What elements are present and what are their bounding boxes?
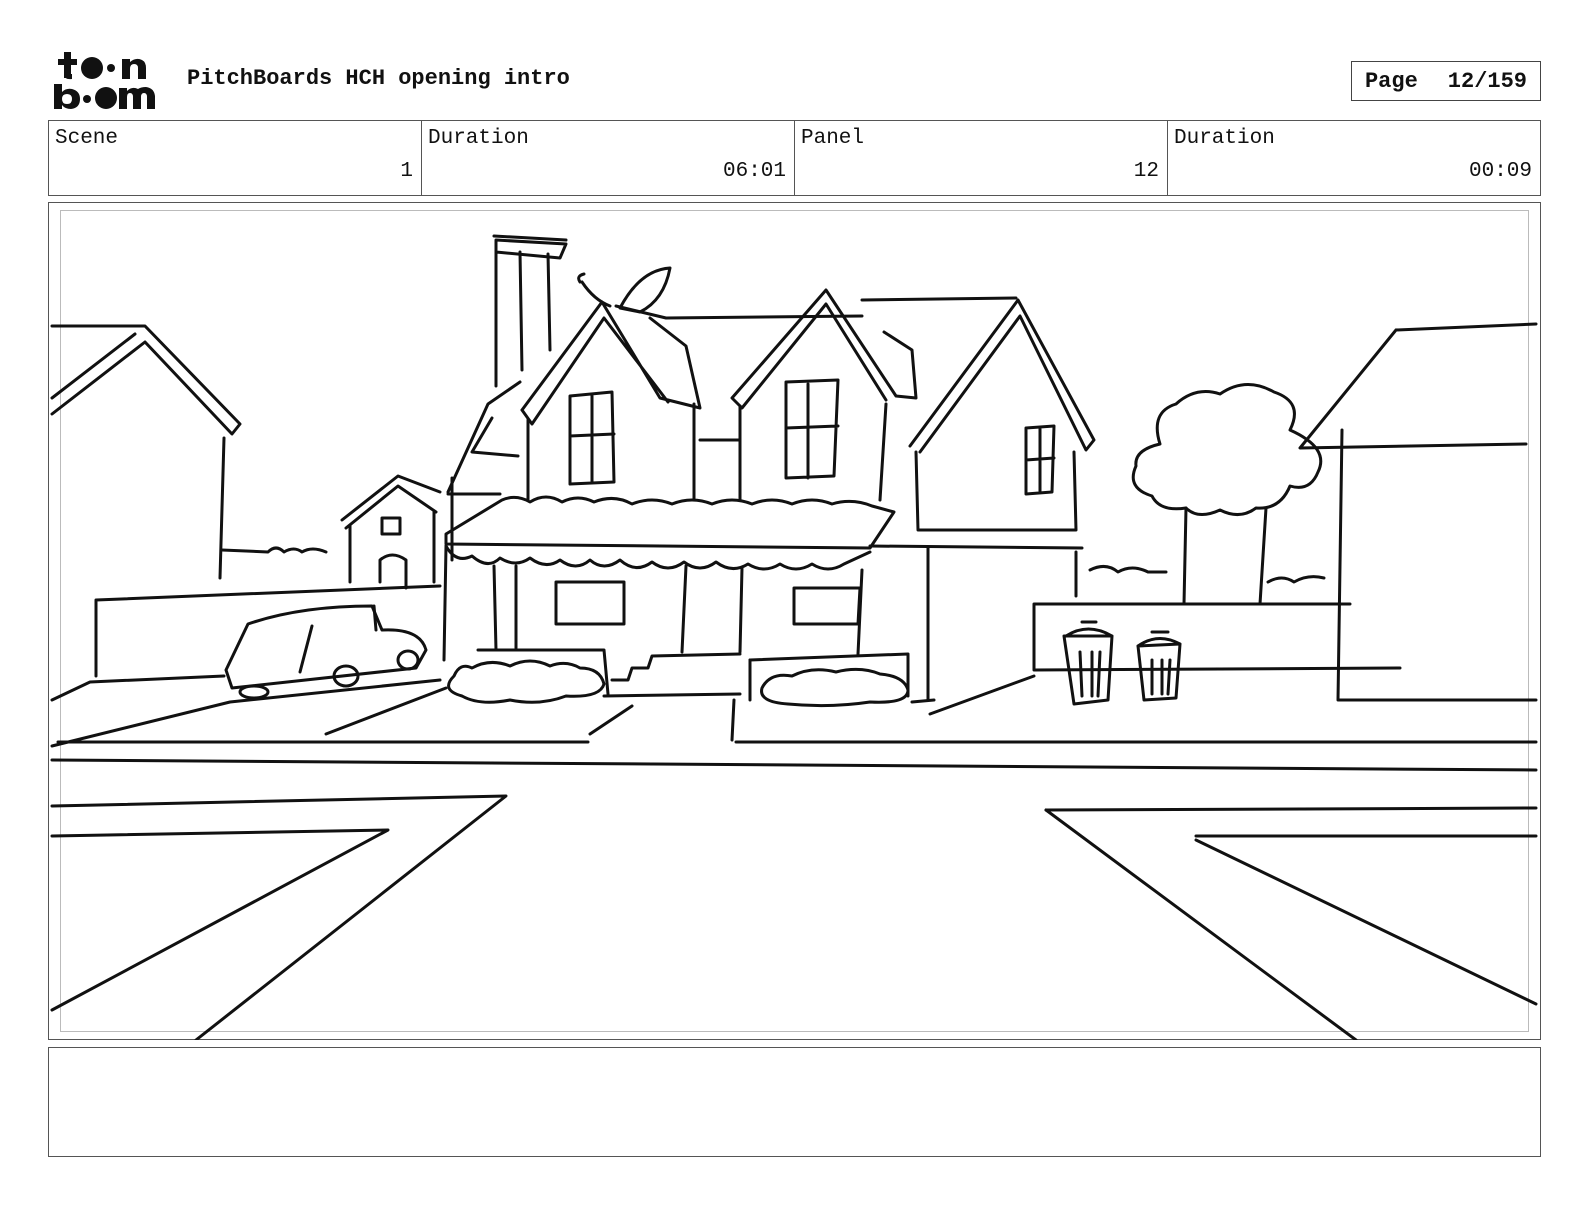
- panel-label: Panel: [801, 127, 865, 150]
- scene-cell: Scene 1: [49, 121, 422, 195]
- storyboard-sketch: [48, 202, 1541, 1040]
- scene-duration-cell: Duration 06:01: [422, 121, 795, 195]
- panel-duration-label: Duration: [1174, 127, 1275, 150]
- sketch-drawing: [50, 234, 1538, 1040]
- trash-cans-sketch: [1062, 620, 1182, 706]
- right-house-sketch: [1298, 322, 1538, 702]
- panel-info-row: Scene 1 Duration 06:01 Panel 12 Duration…: [48, 120, 1541, 196]
- porch-bushes-sketch: [447, 648, 936, 742]
- small-house-sketch: [340, 474, 442, 590]
- scene-value: 1: [400, 160, 413, 183]
- panel-notes-box: [48, 1047, 1541, 1157]
- page-indicator: Page 12/159: [1351, 61, 1541, 101]
- street-sketch: [50, 674, 1538, 1040]
- page-value: 12/159: [1447, 68, 1528, 94]
- toon-boom-logo: [54, 52, 155, 109]
- panel-duration-cell: Duration 00:09: [1168, 121, 1540, 195]
- page-label: Page: [1364, 68, 1418, 94]
- panel-duration-value: 00:09: [1468, 160, 1532, 183]
- scene-label: Scene: [55, 127, 119, 150]
- main-house-sketch: [442, 288, 1096, 702]
- left-house-sketch: [50, 324, 328, 580]
- panel-cell: Panel 12: [795, 121, 1168, 195]
- scene-duration-label: Duration: [428, 127, 529, 150]
- scene-duration-value: 06:01: [722, 160, 786, 183]
- panel-value: 12: [1133, 160, 1159, 183]
- project-title: PitchBoards HCH opening intro: [187, 66, 570, 91]
